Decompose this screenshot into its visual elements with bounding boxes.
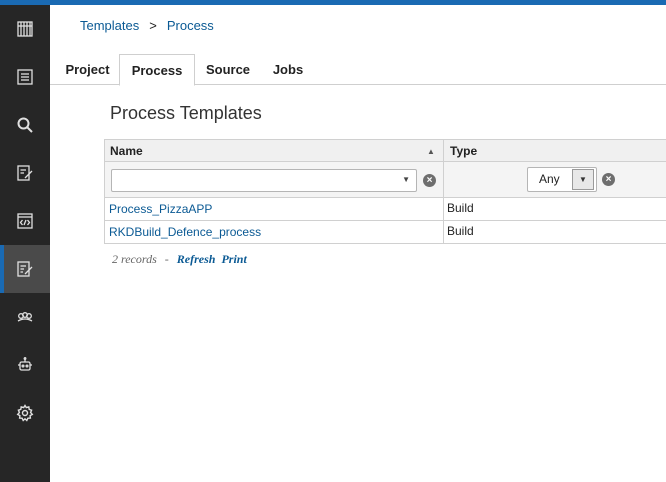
refresh-link[interactable]: Refresh [177,252,216,266]
sidebar-item-templates[interactable] [0,245,50,293]
page-title: Process Templates [110,103,262,123]
sidebar [0,5,50,482]
breadcrumb-link-templates[interactable]: Templates [80,18,139,33]
template-name-link[interactable]: Process_PizzaAPP [109,202,212,216]
type-filter-select[interactable]: Any ▼ [527,167,597,192]
column-divider [443,221,444,244]
type-filter-dropdown-button[interactable]: ▼ [572,169,594,190]
building-icon [17,21,33,37]
tab-jobs[interactable]: Jobs [266,54,310,85]
chevron-down-icon[interactable]: ▼ [402,175,410,184]
sort-ascending-icon[interactable]: ▲ [427,147,435,156]
breadcrumb: Templates > Process [80,18,214,33]
robot-icon [18,357,32,371]
tab-bar: Project Process Source Jobs [50,54,666,86]
template-name-link[interactable]: RKDBuild_Defence_process [109,225,261,239]
sidebar-item-settings[interactable] [0,389,50,437]
gear-icon [16,404,34,422]
template-type: Build [447,224,474,238]
chevron-down-icon: ▼ [579,175,587,184]
template-type: Build [447,201,474,215]
tab-project[interactable]: Project [60,54,115,85]
group-icon [17,312,33,322]
table-row: Process_PizzaAPP Build [104,198,666,221]
name-filter-combobox[interactable]: ▼ [111,169,417,192]
type-filter-value: Any [539,172,560,186]
sidebar-item-code[interactable] [0,197,50,245]
clear-type-filter-icon[interactable]: × [602,173,615,186]
column-header-name[interactable]: Name [110,144,143,158]
grid-header: Name ▲ Type [104,139,666,163]
sidebar-item-building[interactable] [0,5,50,53]
sidebar-item-search[interactable] [0,101,50,149]
search-icon [17,117,33,133]
code-window-icon [17,213,33,229]
list-icon [17,69,33,85]
sidebar-item-robot[interactable] [0,341,50,389]
column-divider [443,140,444,163]
edit-document-icon [17,165,33,181]
column-header-type[interactable]: Type [450,144,477,158]
clear-name-filter-icon[interactable]: × [423,174,436,187]
breadcrumb-separator: > [149,18,157,33]
template-edit-icon [17,261,33,277]
breadcrumb-link-process[interactable]: Process [167,18,214,33]
tab-source[interactable]: Source [200,54,256,85]
grid-footer: 2 records - Refresh Print [112,252,247,267]
table-row: RKDBuild_Defence_process Build [104,221,666,244]
print-link[interactable]: Print [221,252,246,266]
sidebar-item-group[interactable] [0,293,50,341]
sidebar-item-list[interactable] [0,53,50,101]
tab-process[interactable]: Process [119,54,195,86]
filter-row: ▼ × Any ▼ × [104,162,666,198]
record-count: 2 records [112,252,157,266]
column-divider [443,162,444,198]
column-divider [443,198,444,221]
top-accent-bar [0,0,666,5]
sidebar-item-edit-document[interactable] [0,149,50,197]
footer-separator: - [164,252,169,266]
